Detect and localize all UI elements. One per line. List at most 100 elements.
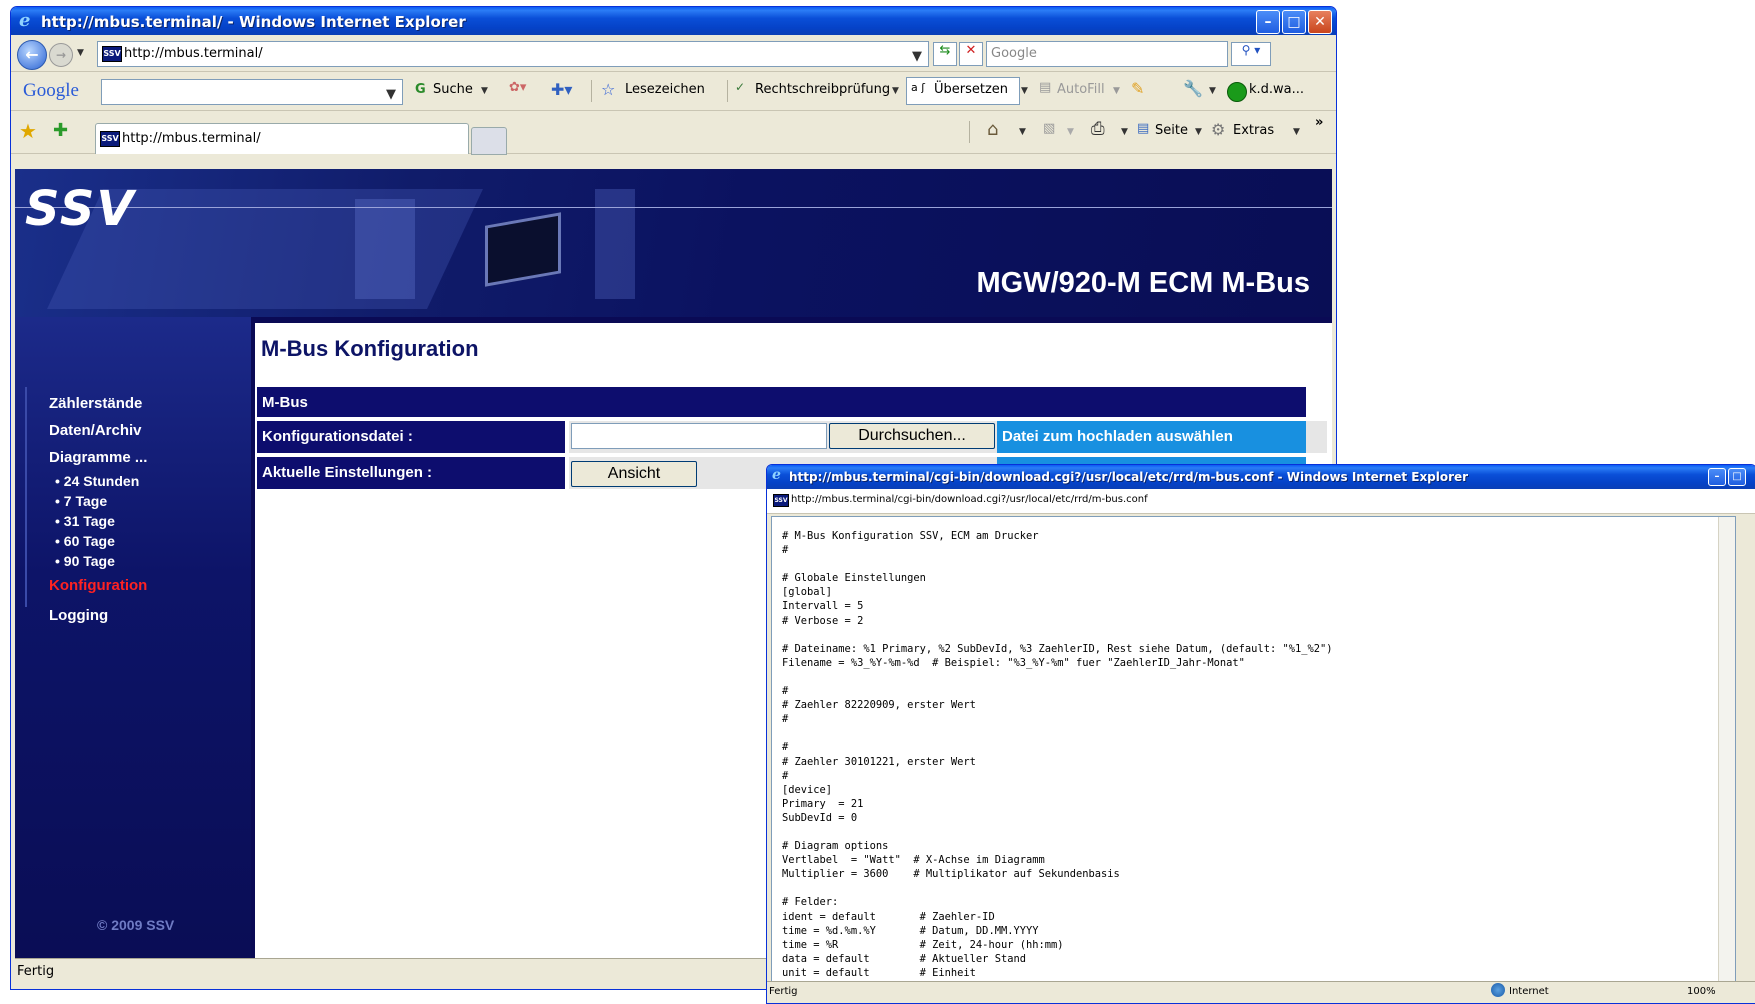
wrench-icon[interactable]: 🔧 (1183, 79, 1203, 98)
tab-mbus-terminal[interactable]: SSV http://mbus.terminal/ (95, 123, 469, 154)
zoom-level[interactable]: 100% (1687, 986, 1716, 997)
page-dropdown-icon[interactable]: ▼ (1195, 127, 1202, 137)
config-line: # (782, 544, 789, 557)
print-dropdown-icon[interactable]: ▼ (1121, 127, 1128, 137)
nav-7-tage[interactable]: • 7 Tage (55, 493, 107, 509)
upload-hint-cell: Datei zum hochladen auswählen (997, 421, 1306, 453)
browse-button[interactable]: Durchsuchen... (829, 423, 995, 449)
close-button[interactable]: ✕ (1308, 10, 1332, 34)
nav-60-tage[interactable]: • 60 Tage (55, 533, 115, 549)
view-button[interactable]: Ansicht (571, 461, 697, 487)
translate-label: Übersetzen (934, 82, 1009, 97)
config-line: Multiplier = 3600 # Multiplikator auf Se… (782, 868, 1120, 881)
favorites-star-icon[interactable]: ★ (19, 119, 37, 143)
autofill-icon: ▤ (1039, 80, 1052, 95)
nav-daten-archiv[interactable]: Daten/Archiv (49, 422, 142, 439)
feeds-icon[interactable]: ▧ (1043, 121, 1055, 136)
site-favicon-icon: SSV (102, 46, 122, 62)
minimize-button[interactable]: – (1256, 10, 1280, 34)
translate-button[interactable]: a ʃ Übersetzen (906, 77, 1020, 105)
separator (969, 121, 970, 143)
nav-zaehlerstaende[interactable]: Zählerstände (49, 395, 142, 412)
popup-address-row: SSV http://mbus.terminal/cgi-bin/downloa… (767, 489, 1755, 514)
banner-decoration (355, 199, 415, 299)
extras-dropdown-icon[interactable]: ▼ (1293, 127, 1300, 137)
address-toolbar: ← → ▼ SSV http://mbus.terminal/ ▼ ⇆ ✕ Go… (11, 35, 1336, 72)
autofill-dropdown-icon[interactable]: ▼ (1113, 86, 1120, 96)
config-line: SubDevId = 0 (782, 811, 858, 824)
translate-icon: a ʃ (911, 81, 925, 94)
plus-icon[interactable]: ✚▾ (551, 80, 572, 99)
home-icon[interactable]: ⌂ (987, 119, 998, 140)
nav-31-tage[interactable]: • 31 Tage (55, 513, 115, 529)
popup-titlebar[interactable]: e http://mbus.terminal/cgi-bin/download.… (767, 465, 1755, 489)
search-input[interactable]: Google (986, 41, 1228, 67)
popup-blocker-icon[interactable]: ✿▾ (509, 80, 526, 95)
config-file-viewer[interactable]: # M-Bus Konfiguration SSV, ECM am Drucke… (771, 516, 1736, 982)
separator (727, 80, 728, 102)
nav-90-tage[interactable]: • 90 Tage (55, 553, 115, 569)
suche-dropdown-icon[interactable]: ▼ (481, 86, 488, 96)
popup-status-text: Fertig (769, 986, 798, 997)
sidebar-nav: Zählerstände Daten/Archiv Diagramme ... … (15, 317, 251, 958)
chevron-more-icon[interactable]: » (1315, 115, 1323, 130)
home-dropdown-icon[interactable]: ▼ (1019, 127, 1026, 137)
maximize-button[interactable]: □ (1282, 10, 1306, 34)
upload-hint: Datei zum hochladen auswählen (1002, 428, 1233, 445)
google-search-input[interactable]: ▼ (101, 79, 403, 105)
google-toolbar: Google ▼ G Suche ▼ ✿▾ ✚▾ ☆ Lesezeichen ✓… (11, 72, 1336, 111)
new-tab-button[interactable] (471, 127, 507, 155)
separator (591, 80, 592, 102)
ssv-logo: SSV (25, 181, 136, 237)
current-settings-label: Aktuelle Einstellungen : (262, 464, 433, 481)
config-file-label: Konfigurationsdatei : (262, 428, 413, 445)
nav-logging[interactable]: Logging (49, 607, 108, 624)
google-search-dropdown-icon[interactable]: ▼ (386, 87, 396, 102)
config-file-input[interactable] (571, 423, 827, 449)
config-line: # (782, 685, 789, 698)
main-window-title: http://mbus.terminal/ - Windows Internet… (41, 13, 466, 31)
popup-favicon-icon: SSV (773, 494, 789, 507)
nav-konfiguration[interactable]: Konfiguration (49, 577, 147, 594)
popup-maximize-button[interactable]: □ (1728, 468, 1746, 486)
spellcheck-dropdown-icon[interactable]: ▼ (892, 86, 899, 96)
monitor-illustration (485, 212, 561, 287)
popup-minimize-button[interactable]: – (1708, 468, 1726, 486)
address-dropdown-icon[interactable]: ▼ (912, 49, 922, 64)
add-favorites-icon[interactable]: ✚ (53, 120, 68, 141)
highlighter-icon[interactable]: ✎ (1131, 79, 1144, 98)
config-file-content: # M-Bus Konfiguration SSV, ECM am Drucke… (782, 529, 1333, 980)
stop-icon[interactable]: ✕ (959, 42, 983, 66)
zone-text: Internet (1509, 986, 1549, 997)
print-icon[interactable]: ⎙ (1091, 119, 1105, 139)
history-dropdown-icon[interactable]: ▼ (77, 48, 84, 58)
extras-menu[interactable]: Extras (1233, 123, 1274, 138)
wrench-dropdown-icon[interactable]: ▼ (1209, 86, 1216, 96)
popup-scrollbar[interactable] (1718, 517, 1735, 981)
nav-diagramme[interactable]: Diagramme ... (49, 449, 147, 466)
feeds-dropdown-icon[interactable]: ▼ (1067, 127, 1074, 137)
suche-button[interactable]: Suche (433, 82, 473, 97)
nav-24-stunden[interactable]: • 24 Stunden (55, 473, 139, 489)
banner-divider (15, 207, 1332, 208)
popup-window-title: http://mbus.terminal/cgi-bin/download.cg… (789, 470, 1469, 484)
translate-dropdown-icon[interactable]: ▼ (1021, 86, 1028, 96)
spellcheck-icon: ✓ (735, 80, 746, 94)
config-line: # Verbose = 2 (782, 614, 864, 627)
refresh-icon[interactable]: ⇆ (933, 42, 957, 66)
address-bar[interactable]: SSV http://mbus.terminal/ ▼ (97, 41, 929, 67)
config-line: time = %d.%m.%Y # Datum, DD.MM.YYYY (782, 924, 1039, 937)
back-button[interactable]: ← (17, 40, 47, 70)
lesezeichen-button[interactable]: Lesezeichen (625, 82, 705, 97)
autofill-button[interactable]: AutoFill (1057, 82, 1105, 97)
ie-logo-icon: e (19, 10, 31, 31)
search-placeholder: Google (991, 46, 1037, 61)
account-name[interactable]: k.d.wa... (1249, 82, 1304, 97)
page-menu[interactable]: Seite (1155, 123, 1188, 138)
config-line: # M-Bus Konfiguration SSV, ECM am Drucke… (782, 530, 1039, 542)
spellcheck-button[interactable]: Rechtschreibprüfung (755, 82, 890, 97)
main-titlebar[interactable]: e http://mbus.terminal/ - Windows Intern… (11, 7, 1336, 35)
forward-button[interactable]: → (49, 43, 73, 67)
search-button[interactable]: ⚲ ▾ (1231, 42, 1271, 66)
config-line: data = default # Aktueller Stand (782, 952, 1026, 965)
